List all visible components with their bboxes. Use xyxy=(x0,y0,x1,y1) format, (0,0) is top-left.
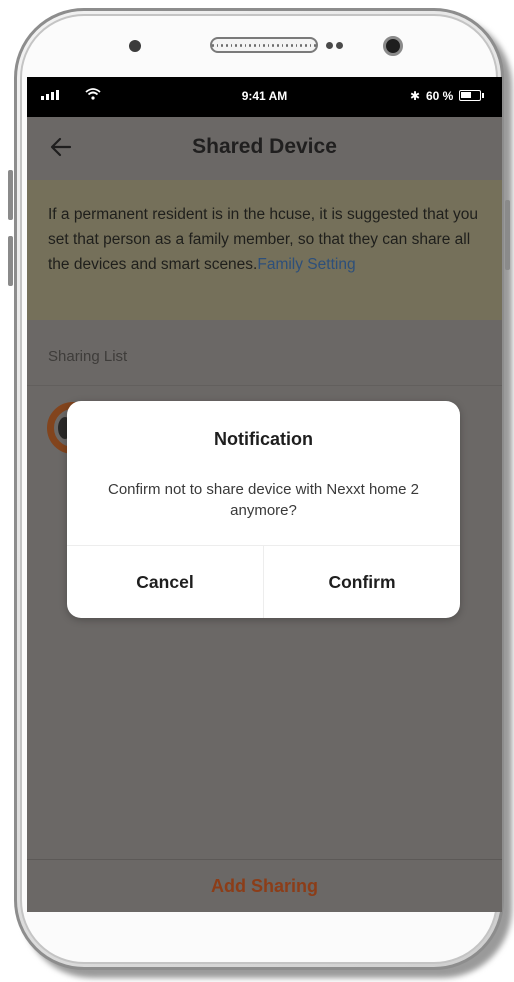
battery-percentage: 60 % xyxy=(426,89,454,103)
dialog-message: Confirm not to share device with Nexxt h… xyxy=(108,481,419,519)
family-notice-banner: If a permanent resident is in the hcuse,… xyxy=(27,180,502,320)
battery-level-fill xyxy=(461,92,472,98)
sensor-dot xyxy=(336,42,343,49)
bottom-action-bar: Add Sharing xyxy=(27,859,502,912)
confirm-button[interactable]: Confirm xyxy=(264,546,460,618)
earpiece-speaker xyxy=(210,37,318,53)
power-button xyxy=(505,200,510,270)
status-bar: 9:41 AM ✱ 60 % xyxy=(27,77,502,117)
battery-icon xyxy=(459,90,484,101)
bluetooth-icon: ✱ xyxy=(410,89,421,103)
page-title: Shared Device xyxy=(192,135,337,158)
notification-dialog: Notification Confirm not to share device… xyxy=(67,401,460,618)
sharing-list-label: Sharing List xyxy=(48,348,128,365)
section-divider xyxy=(27,385,502,386)
family-setting-link[interactable]: Family Setting xyxy=(257,256,355,273)
app-screen: 9:41 AM ✱ 60 % Shared Device If a perman… xyxy=(27,77,502,912)
volume-down-button xyxy=(8,236,13,286)
add-sharing-button[interactable]: Add Sharing xyxy=(27,876,502,897)
sensor-dot xyxy=(326,42,333,49)
dialog-title: Notification xyxy=(214,429,313,449)
navigation-bar: Shared Device xyxy=(27,117,502,180)
front-camera xyxy=(383,36,403,56)
volume-up-button xyxy=(8,170,13,220)
cancel-button[interactable]: Cancel xyxy=(67,546,263,618)
proximity-sensor xyxy=(129,40,141,52)
